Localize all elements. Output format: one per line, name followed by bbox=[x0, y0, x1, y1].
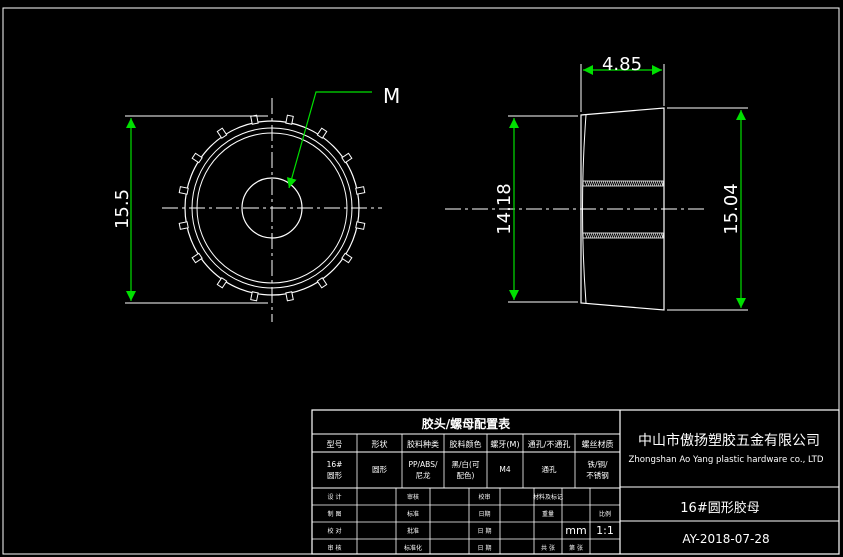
config-header-cell: 型号 bbox=[327, 440, 343, 449]
width-dim-value: 4.85 bbox=[602, 54, 642, 75]
knurl-tooth bbox=[191, 252, 203, 264]
signoff-cell: 批准 bbox=[407, 527, 419, 535]
signoff-cell: 材料及标记 bbox=[533, 493, 563, 501]
knurl-tooth bbox=[355, 221, 366, 230]
knurl-tooth bbox=[178, 186, 189, 195]
knurl-tooth bbox=[316, 127, 328, 139]
signoff-cell: 校 对 bbox=[328, 527, 342, 535]
signoff-cell: 日 期 bbox=[478, 544, 492, 552]
config-header-cell: 胶料种类 bbox=[407, 439, 439, 449]
bore-leader-line bbox=[286, 91, 372, 189]
knurl-tooth bbox=[285, 291, 294, 302]
config-header-cell: 胶料颜色 bbox=[450, 439, 482, 449]
signoff-cell: 标准 bbox=[407, 510, 419, 518]
signoff-cell: 第 张 bbox=[569, 544, 583, 552]
config-header-cell: 螺牙(M) bbox=[490, 439, 519, 449]
config-value-cell: 铁/铜/不锈钢 bbox=[586, 459, 609, 480]
cad-drawing: M 15.5 4.85 14.18 15.04 胶头/螺母配置表 型号 形状 胶… bbox=[2, 7, 840, 555]
signoff-cell: 共 张 bbox=[541, 544, 555, 552]
bore-label: M bbox=[383, 84, 400, 108]
signoff-cell: 日期 bbox=[478, 510, 490, 518]
knurl-tooth bbox=[341, 152, 353, 164]
signoff-cell: mm bbox=[565, 524, 586, 537]
signoff-cell: 标准化 bbox=[404, 544, 422, 552]
knurl-tooth bbox=[316, 277, 328, 289]
knurl-tooth bbox=[216, 127, 228, 139]
title-block: 胶头/螺母配置表 型号 形状 胶料种类 胶料颜色 螺牙(M) 通孔/不通孔 螺丝材质 16#… bbox=[311, 409, 840, 555]
config-value-cell: 通孔 bbox=[542, 464, 557, 474]
knurl-tooth bbox=[285, 114, 294, 125]
config-value-cell: 黑/白(可配色) bbox=[452, 459, 480, 480]
part-name: 16#圆形胶母 bbox=[680, 500, 759, 516]
drawing-code: AY-2018-07-28 bbox=[682, 532, 769, 546]
front-view: M 15.5 bbox=[112, 84, 400, 322]
company-name-en: Zhongshan Ao Yang plastic hardware co., … bbox=[628, 455, 823, 465]
inner-height-dim-value: 14.18 bbox=[494, 183, 515, 235]
signoff-cell: 校审 bbox=[478, 493, 490, 501]
knurl-tooth bbox=[178, 221, 189, 230]
signoff-cell: 制 图 bbox=[328, 510, 342, 518]
config-table-title: 胶头/螺母配置表 bbox=[422, 416, 511, 431]
config-header-cell: 螺丝材质 bbox=[582, 439, 614, 449]
signoff-cell: 审核 bbox=[407, 493, 419, 501]
height-dim-value: 15.5 bbox=[112, 189, 133, 229]
knurl-band-top bbox=[582, 180, 664, 187]
knurl-band-bottom bbox=[582, 232, 664, 239]
signoff-cell: 审 核 bbox=[328, 544, 342, 552]
signoff-cell: 比例 bbox=[599, 510, 611, 518]
knurl-tooth bbox=[250, 114, 259, 125]
signoff-cell: 设 计 bbox=[328, 493, 342, 501]
config-value-cell: 圆形 bbox=[372, 465, 387, 474]
knurl-tooth bbox=[191, 152, 203, 164]
knurl-tooth bbox=[355, 186, 366, 195]
config-value-cell: 16#圆形 bbox=[327, 460, 343, 480]
config-value-cell: M4 bbox=[499, 465, 510, 474]
config-header-cell: 通孔/不通孔 bbox=[528, 439, 571, 449]
signoff-cell: 1:1 bbox=[596, 524, 614, 537]
config-value-cell: PP/ABS/尼龙 bbox=[408, 460, 437, 480]
knurl-tooth bbox=[341, 252, 353, 264]
signoff-cell: 日 期 bbox=[478, 527, 492, 535]
signoff-cell: 重量 bbox=[542, 510, 554, 518]
knurl-tooth bbox=[250, 291, 259, 302]
company-name-cn: 中山市傲扬塑胶五金有限公司 bbox=[638, 432, 820, 449]
config-header-cell: 形状 bbox=[372, 439, 388, 449]
side-view: 4.85 14.18 15.04 bbox=[445, 54, 748, 311]
knurl-tooth bbox=[216, 277, 228, 289]
outer-height-dim-value: 15.04 bbox=[721, 183, 742, 235]
